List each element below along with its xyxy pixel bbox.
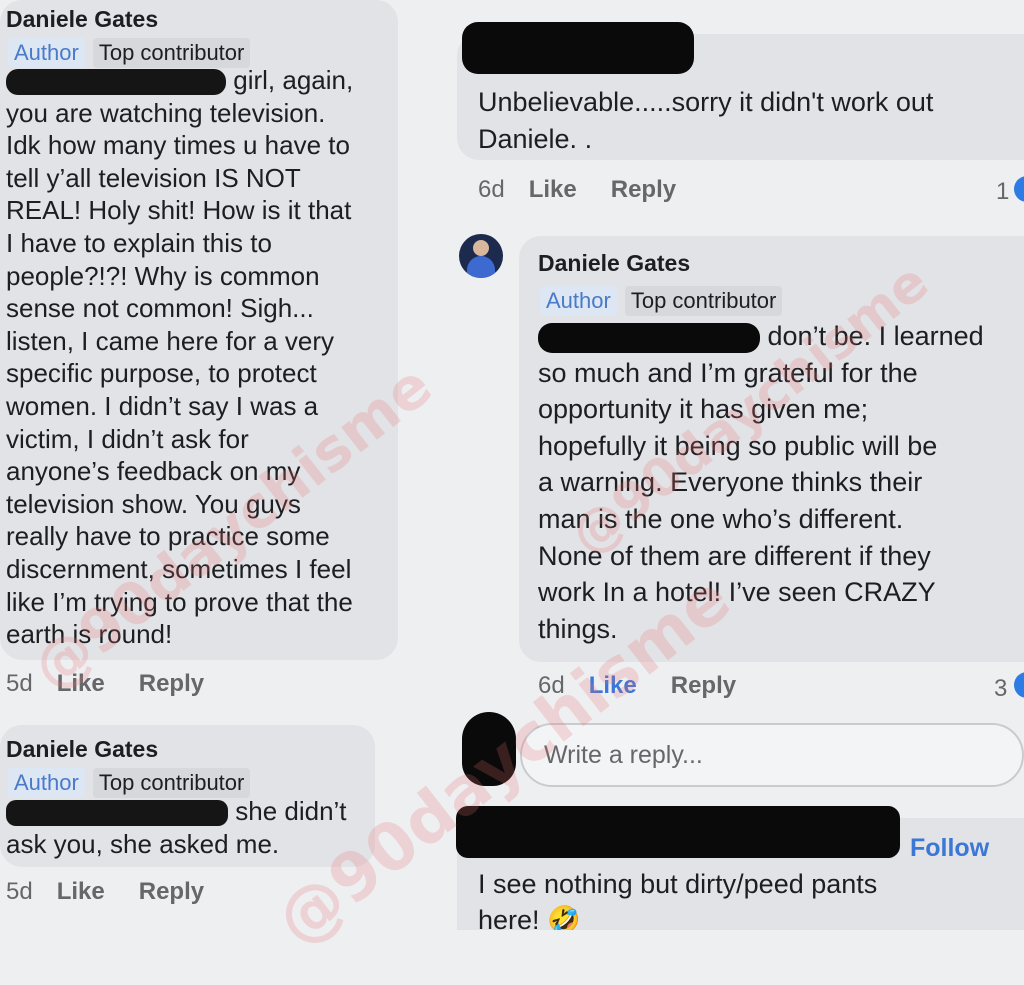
reply-input[interactable]: Write a reply... <box>520 723 1024 787</box>
comment-line: so much and I’m grateful for the <box>538 357 918 388</box>
comment-text: Unbelievable.....sorry it didn't work ou… <box>478 84 1024 158</box>
reply-placeholder: Write a reply... <box>544 741 703 769</box>
mention-suffix: girl, again, <box>233 65 354 95</box>
comment-badges: Author Top contributor <box>540 286 783 316</box>
comment-line: I have to explain this to <box>6 227 272 258</box>
mention-suffix: she didn’t <box>235 796 347 826</box>
comment-line: women. I didn’t say I was a <box>6 390 319 421</box>
reply-button[interactable]: Reply <box>139 670 204 698</box>
top-contributor-badge: Top contributor <box>92 768 251 798</box>
like-button[interactable]: Like <box>589 672 637 700</box>
mention-suffix: don’t be. I learned <box>767 321 984 351</box>
redacted-avatar <box>462 712 516 786</box>
comment-line: you are watching television. <box>6 97 326 128</box>
comment-line: people?!?! Why is common <box>6 260 320 291</box>
comment-line: work In a hotel! I’ve seen CRAZY <box>538 577 936 608</box>
author-badge: Author <box>540 286 617 316</box>
comment-first-line: don’t be. I learned <box>538 318 1024 355</box>
author-badge: Author <box>8 768 85 798</box>
reaction-count[interactable]: 3 <box>994 675 1007 703</box>
comment-body: ask you, she asked me. <box>6 828 376 861</box>
comment-text: I see nothing but dirty/peed pants here! … <box>478 866 1024 930</box>
comment-body: so much and I’m grateful for the opportun… <box>538 355 1024 648</box>
comment-time[interactable]: 5d <box>6 878 33 906</box>
comment-line: Idk how many times u have to <box>6 130 350 161</box>
comment-line: tell y’all television IS NOT <box>6 162 301 193</box>
like-button[interactable]: Like <box>529 176 577 204</box>
reply-button[interactable]: Reply <box>611 176 676 204</box>
reply-button[interactable]: Reply <box>671 672 736 700</box>
comment-author[interactable]: Daniele Gates <box>6 6 158 33</box>
comment-actions: 6d Like Reply <box>538 672 736 700</box>
comment-line: a warning. Everyone thinks their <box>538 467 923 498</box>
comment-line: sense not common! Sigh... <box>6 293 314 324</box>
comment-line: here! 🤣 <box>478 905 581 930</box>
comment-badges: Author Top contributor <box>8 768 251 798</box>
comment-line: really have to practice some <box>6 521 330 552</box>
comment-line: listen, I came here for a very <box>6 325 335 356</box>
comment-line: Unbelievable.....sorry it didn't work ou… <box>478 87 934 117</box>
comment-line: discernment, sometimes I feel <box>6 553 352 584</box>
like-button[interactable]: Like <box>57 670 105 698</box>
comment-time[interactable]: 6d <box>538 672 565 700</box>
comment-line: earth is round! <box>6 619 173 650</box>
reaction-count[interactable]: 1 <box>996 178 1009 206</box>
comment-actions: 6d Like Reply <box>478 176 676 204</box>
comment-line: Daniele. . <box>478 124 593 154</box>
redacted-mention <box>538 322 760 353</box>
redacted-mention <box>6 69 226 96</box>
left-screenshot: Daniele Gates Author Top contributor gir… <box>0 0 420 985</box>
comment-line: things. <box>538 613 618 644</box>
comment-author[interactable]: Daniele Gates <box>6 736 158 763</box>
follow-button[interactable]: Follow <box>910 834 989 863</box>
comment-line: REAL! Holy shit! How is it that <box>6 195 352 226</box>
comment-actions: 5d Like Reply <box>6 878 204 906</box>
avatar-head <box>473 240 489 256</box>
comment-time[interactable]: 6d <box>478 176 505 204</box>
comment-actions: 5d Like Reply <box>6 670 204 698</box>
comment-first-line: girl, again, <box>6 64 396 97</box>
comment-first-line: she didn’t <box>6 795 376 828</box>
comment-line: like I’m trying to prove that the <box>6 586 353 617</box>
redacted-mention <box>6 800 228 827</box>
redacted-author-name <box>462 22 694 74</box>
comment-text: girl, again, you are watching television… <box>6 64 396 651</box>
comment-line: opportunity it has given me; <box>538 394 869 425</box>
comment-line: man is the one who’s different. <box>538 503 904 534</box>
comment-text: don’t be. I learned so much and I’m grat… <box>538 318 1024 647</box>
comment-time[interactable]: 5d <box>6 670 33 698</box>
avatar-body <box>467 256 495 278</box>
reply-button[interactable]: Reply <box>139 878 204 906</box>
comment-line: hopefully it being so public will be <box>538 430 938 461</box>
comment-author[interactable]: Daniele Gates <box>538 250 690 277</box>
comment-line: specific purpose, to protect <box>6 358 317 389</box>
redacted-author-name <box>456 806 900 858</box>
top-contributor-badge: Top contributor <box>624 286 783 316</box>
comment-line: television show. You guys <box>6 488 301 519</box>
comment-line: victim, I didn’t ask for <box>6 423 249 454</box>
comment-line: I see nothing but dirty/peed pants <box>478 869 878 899</box>
comment-line: anyone’s feedback on my <box>6 456 301 487</box>
comment-line: None of them are different if they <box>538 540 931 571</box>
like-button[interactable]: Like <box>57 878 105 906</box>
comment-text: she didn’t ask you, she asked me. <box>6 795 376 860</box>
comment-body: you are watching television. Idk how many… <box>6 97 396 651</box>
avatar[interactable] <box>459 234 503 278</box>
comment-line: ask you, she asked me. <box>6 828 280 859</box>
